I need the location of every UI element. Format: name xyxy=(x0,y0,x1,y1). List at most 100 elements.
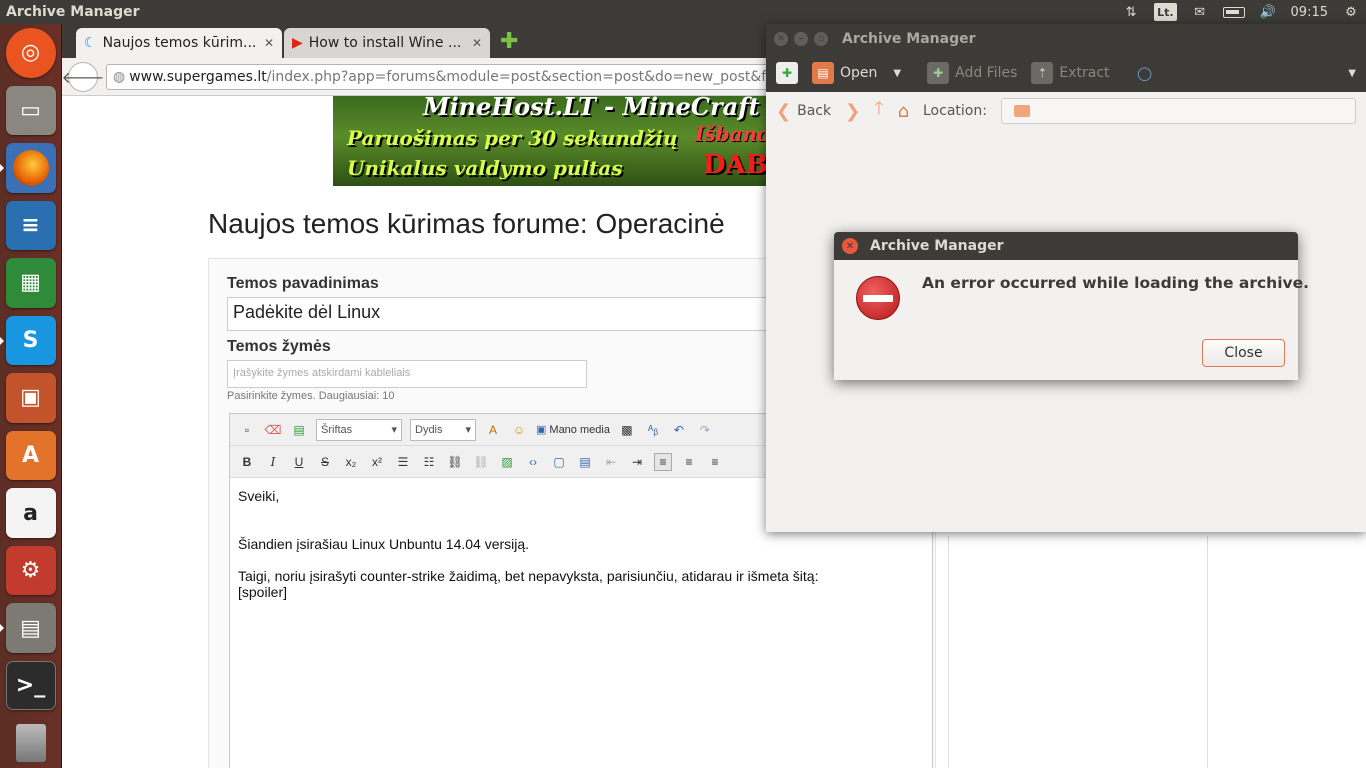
close-tab-icon[interactable]: ✕ xyxy=(472,36,482,50)
spoiler-icon[interactable]: ▤ xyxy=(576,453,594,471)
terminal-icon[interactable]: >_ xyxy=(5,660,56,711)
align-left-icon[interactable]: ≡ xyxy=(654,452,672,471)
source-icon[interactable]: ▫ xyxy=(238,421,256,439)
font-select[interactable]: Šriftas ▾ xyxy=(316,418,402,441)
banner-line: Paruošimas per 30 sekundžių xyxy=(347,126,678,150)
firefox-icon[interactable] xyxy=(0,143,56,193)
search-icon: ○ xyxy=(1136,62,1153,84)
italic-icon[interactable]: I xyxy=(264,453,282,471)
active-app-title: Archive Manager xyxy=(6,4,140,20)
close-window-icon[interactable]: ✕ xyxy=(774,32,788,46)
eraser-icon[interactable]: ⌫ xyxy=(264,421,282,439)
new-tab-button[interactable]: ✚ xyxy=(500,29,518,54)
close-tab-icon[interactable]: ✕ xyxy=(264,36,274,50)
align-right-icon[interactable]: ≡ xyxy=(706,453,724,471)
amazon-icon[interactable]: a xyxy=(5,488,56,538)
add-files-icon: ✚ xyxy=(927,62,950,84)
forward-arrow-icon[interactable]: ❯ xyxy=(845,101,860,122)
code-icon[interactable]: ‹› xyxy=(524,453,542,471)
new-document-icon: ✚ xyxy=(776,62,798,84)
bullet-list-icon[interactable]: ☰ xyxy=(394,453,412,471)
folder-icon xyxy=(1013,105,1030,117)
subscript-icon[interactable]: x₂ xyxy=(342,453,360,471)
clock[interactable]: 09:15 xyxy=(1291,3,1328,21)
superscript-icon[interactable]: x² xyxy=(368,453,386,471)
dialog-title: Archive Manager xyxy=(870,238,1004,254)
text-color-icon[interactable]: A xyxy=(484,421,502,439)
topic-tags-input[interactable]: Įrašykite žymes atskirdami kableliais xyxy=(227,360,587,388)
trash-icon[interactable] xyxy=(6,718,56,768)
keyboard-layout-indicator[interactable]: Lt. xyxy=(1154,3,1177,21)
power-gear-icon[interactable]: ⚙ xyxy=(1342,3,1360,21)
special-char-icon[interactable]: ▩ xyxy=(618,421,636,439)
back-button[interactable]: 🡐 xyxy=(62,61,104,92)
minimize-window-icon[interactable]: – xyxy=(794,32,808,46)
template-icon[interactable]: ▤ xyxy=(290,421,308,439)
my-media-label: Mano media xyxy=(549,423,610,436)
unlink-icon[interactable]: ⛓ xyxy=(472,453,490,471)
writer-icon[interactable]: ≡ xyxy=(5,200,56,251)
indent-icon[interactable]: ⇥ xyxy=(628,453,646,471)
location-field[interactable] xyxy=(1000,98,1356,124)
tab-wine[interactable]: ▶ How to install Wine ... ✕ xyxy=(284,28,490,58)
close-button[interactable]: Close xyxy=(1202,339,1285,367)
menu-dropdown-icon[interactable]: ▼ xyxy=(1348,68,1356,79)
add-files-button[interactable]: ✚ Add Files xyxy=(927,62,1017,84)
link-icon[interactable]: ⛓ xyxy=(446,453,464,471)
site-favicon-icon: ☾ xyxy=(84,35,97,51)
impress-icon[interactable]: ▣ xyxy=(5,373,56,423)
software-center-icon[interactable]: A xyxy=(5,430,56,481)
align-center-icon[interactable]: ≡ xyxy=(680,453,698,471)
search-button[interactable]: ○ xyxy=(1134,62,1156,84)
undo-icon[interactable]: ↶ xyxy=(670,421,688,439)
files-icon[interactable]: ▭ xyxy=(5,85,56,136)
system-settings-icon[interactable]: ⚙ xyxy=(5,545,56,596)
my-media-button[interactable]: ▣ Mano media xyxy=(536,423,610,437)
ubuntu-dash-icon[interactable]: ◎ xyxy=(5,28,56,78)
redo-icon[interactable]: ↷ xyxy=(696,421,714,439)
battery-icon[interactable] xyxy=(1222,3,1245,21)
page-title: Naujos temos kūrimas forume: Operacinė xyxy=(208,208,725,239)
media-icon: ▣ xyxy=(536,424,547,436)
tab-forum[interactable]: ☾ Naujos temos kūrim... ✕ xyxy=(76,28,282,58)
location-label: Location: xyxy=(923,103,987,119)
open-label: Open xyxy=(840,65,878,81)
size-select[interactable]: Dydis ▾ xyxy=(410,418,476,441)
spellcheck-icon[interactable]: ᴬᵦ xyxy=(644,421,662,439)
quote-icon[interactable]: ▢ xyxy=(550,453,568,471)
archive-toolbar: ✚ ▤ Open ▼ ✚ Add Files ⇡ Extract ○ ▼ xyxy=(766,54,1366,92)
numbered-list-icon[interactable]: ☷ xyxy=(420,453,438,471)
strikethrough-icon[interactable]: S xyxy=(316,453,334,471)
archive-titlebar: ✕ – ▫ Archive Manager xyxy=(766,24,1366,54)
home-icon[interactable]: ⌂ xyxy=(898,101,909,122)
skype-icon[interactable]: S xyxy=(0,315,56,366)
size-select-value: Dydis xyxy=(415,423,443,436)
open-button[interactable]: ▤ Open ▼ xyxy=(812,62,901,84)
emoticon-icon[interactable]: ☺ xyxy=(510,421,528,439)
maximize-window-icon[interactable]: ▫ xyxy=(814,32,828,46)
close-dialog-icon[interactable]: ✕ xyxy=(842,238,858,254)
location-bar: ❮ Back ❯ 🡑 ⌂ Location: xyxy=(766,92,1366,130)
volume-icon[interactable]: 🔊 xyxy=(1259,3,1277,21)
topic-title-label: Temos pavadinimas xyxy=(227,275,379,292)
open-dropdown-icon[interactable]: ▼ xyxy=(893,68,901,79)
new-archive-button[interactable]: ✚ xyxy=(776,62,798,84)
calc-icon[interactable]: ▦ xyxy=(5,258,56,308)
extract-button[interactable]: ⇡ Extract xyxy=(1031,62,1110,84)
banner-line: DAB xyxy=(703,150,768,180)
tags-hint: Pasirinkite žymes. Daugiausiai: 10 xyxy=(227,390,395,402)
mail-icon[interactable]: ✉ xyxy=(1191,3,1209,21)
bold-icon[interactable]: B xyxy=(238,453,256,471)
back-button[interactable]: ❮ Back xyxy=(776,101,831,122)
network-icon[interactable]: ⇅ xyxy=(1122,3,1140,21)
ad-banner[interactable]: MineHost.LT - MineCraft s Paruošimas per… xyxy=(333,96,793,186)
outdent-icon[interactable]: ⇤ xyxy=(602,453,620,471)
error-icon xyxy=(856,276,900,320)
underline-icon[interactable]: U xyxy=(290,453,308,471)
url-domain: www.supergames.lt xyxy=(129,68,267,85)
post-line: [spoiler] xyxy=(238,584,288,600)
image-icon[interactable]: ▨ xyxy=(498,453,516,471)
up-arrow-icon[interactable]: 🡑 xyxy=(874,96,883,126)
archive-manager-icon[interactable]: ▤ xyxy=(0,603,56,653)
youtube-favicon-icon: ▶ xyxy=(292,35,303,51)
